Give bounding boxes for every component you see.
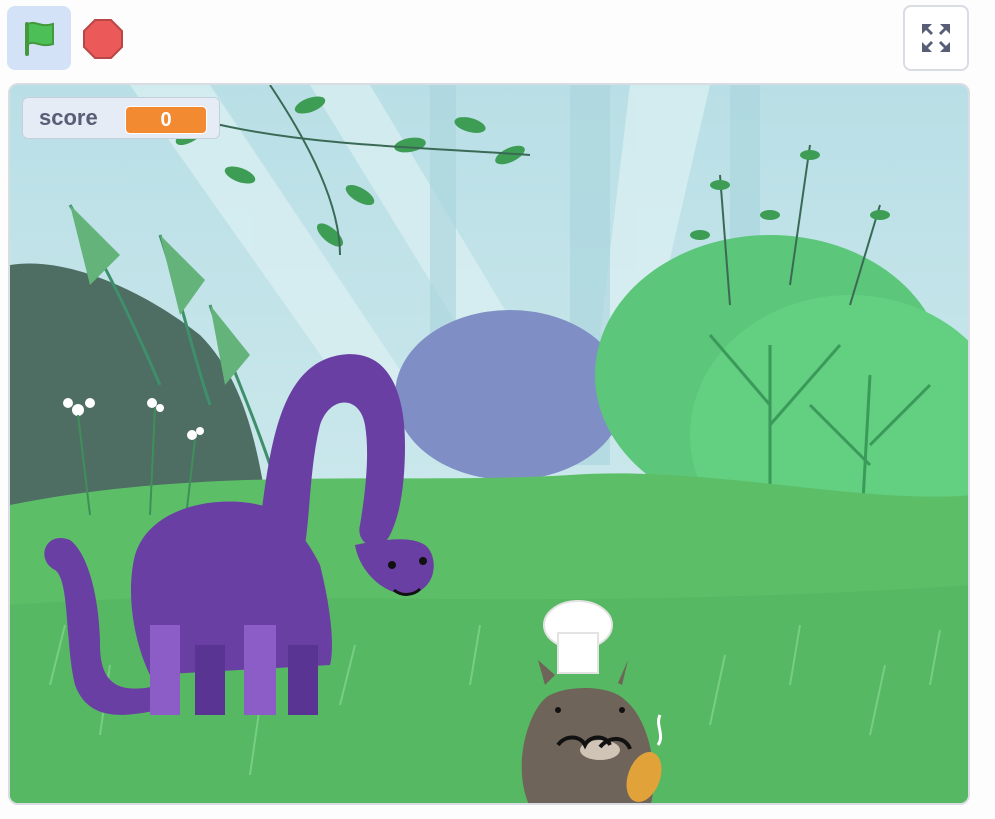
stop-button[interactable] xyxy=(80,16,126,62)
green-flag-button[interactable] xyxy=(7,6,71,70)
score-monitor: score 0 xyxy=(22,97,220,139)
fullscreen-button[interactable] xyxy=(903,5,969,71)
stop-sign-icon xyxy=(83,19,123,59)
stage[interactable]: score 0 xyxy=(8,83,970,805)
score-label: score xyxy=(39,105,98,130)
forest-backdrop xyxy=(10,85,968,803)
green-flag-icon xyxy=(25,21,54,56)
score-value: 0 xyxy=(125,106,207,134)
fullscreen-icon xyxy=(922,24,950,52)
